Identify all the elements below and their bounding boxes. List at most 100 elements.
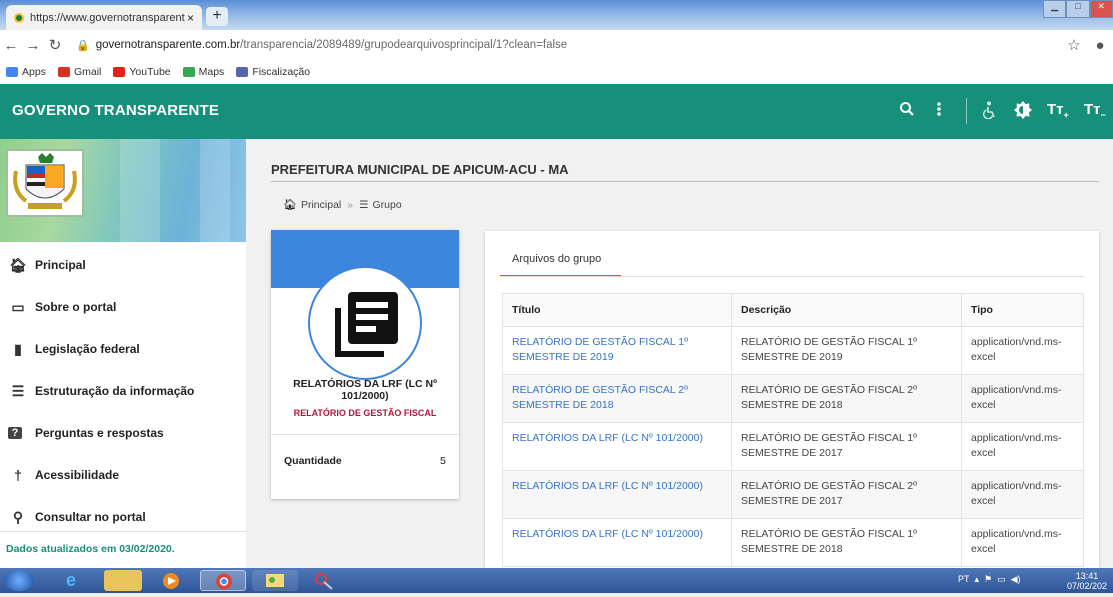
data-updated-text: Dados atualizados em 03/02/2020. [6,543,175,555]
table-header-row: Título Descrição Tipo [502,293,1084,327]
bookmark-maps[interactable]: Maps [182,66,225,78]
bookmark-label: Apps [22,66,46,78]
file-link[interactable]: RELATÓRIOS DA LRF (LC Nº 101/2000) [512,480,703,492]
cell-description: RELATÓRIO DE GESTÃO FISCAL 1º SEMESTRE D… [731,422,962,471]
cell-title: RELATÓRIO DE GESTÃO FISCAL 2º SEMESTRE D… [502,374,732,423]
language-indicator[interactable]: PT [958,574,970,584]
bookmark-star-icon[interactable]: ☆ [1061,36,1087,54]
font-increase-icon[interactable]: Tт+ [1047,101,1069,120]
cell-type: application/vnd.ms-excel [961,374,1084,423]
clock-date: 07/02/202 [1066,581,1107,591]
account-icon[interactable]: ● [1087,37,1113,54]
media-player-icon[interactable] [152,570,190,591]
chrome-taskbar-button[interactable] [200,570,246,591]
contrast-icon[interactable] [1014,101,1032,124]
sidebar-item-legisla-o-federal[interactable]: ▮ Legislação federal [0,328,246,370]
system-tray: PT ▴ ⚑ ▭ ◀) [958,574,1021,584]
sidebar-item-label: Legislação federal [35,342,140,356]
accessibility-icon[interactable] [983,101,997,124]
browser-tab-bar: https://www.governotransparent × + ▁ □ ✕ [0,0,1113,30]
sidebar-item-principal[interactable]: 🏠︎ Principal [0,244,246,286]
new-tab-button[interactable]: + [206,7,228,26]
paint-taskbar-button[interactable] [252,570,298,591]
list-icon: ☰ [11,382,25,399]
home-icon: 🏠︎ [9,256,27,273]
table-row: RELATÓRIOS DA LRF (LC Nº 101/2000) RELATÓ… [502,470,1084,519]
window-close-button[interactable]: ✕ [1089,0,1113,18]
column-header-descricao[interactable]: Descrição [731,293,962,327]
bookmark-icon [6,67,18,77]
card-subtitle: RELATÓRIO DE GESTÃO FISCAL [293,408,437,418]
column-header-tipo[interactable]: Tipo [961,293,1084,327]
url-input[interactable]: governotransparente.com.br/transparencia… [96,39,1061,51]
bookmark-apps[interactable]: Apps [6,66,46,78]
bookmark-youtube[interactable]: YouTube [113,66,171,78]
city-coat-of-arms-logo[interactable] [6,149,84,217]
address-bar: ← → ↻ 🔒 governotransparente.com.br/trans… [0,30,1113,60]
cell-type: application/vnd.ms-excel [961,518,1084,567]
url-path: /transparencia/2089489/grupodearquivospr… [240,39,568,51]
bookmark-icon [236,67,249,77]
sidebar-item-estrutura-o-da-informa-o[interactable]: ☰ Estruturação da informação [0,370,246,412]
card-title: RELATÓRIOS DA LRF (LC Nº 101/2000) [293,378,437,402]
sidebar-item-sobre-o-portal[interactable]: ▭ Sobre o portal [0,286,246,328]
bookmark-fiscalizao[interactable]: Fiscalização [236,66,310,78]
tab-arquivos-do-grupo[interactable]: Arquivos do grupo [500,253,621,277]
cell-description: RELATÓRIO DE GESTÃO FISCAL 1º SEMESTRE D… [731,326,962,375]
sidebar-item-label: Estruturação da informação [35,384,195,398]
breadcrumb-separator: » [347,198,354,211]
search-icon[interactable] [899,101,915,122]
maximize-button[interactable]: □ [1066,0,1090,18]
more-vert-icon[interactable] [936,101,942,122]
sidebar-item-perguntas-e-respostas[interactable]: ? Perguntas e respostas [0,412,246,454]
site-favicon-icon [14,12,24,23]
accessibility-icon: † [14,467,22,483]
app-title[interactable]: GOVERNO TRANSPARENTE [12,102,219,119]
forward-arrow-icon[interactable]: → [22,37,44,54]
reload-icon[interactable]: ↻ [44,36,66,54]
tab-close-icon[interactable]: × [187,11,194,25]
breadcrumb-home-link[interactable]: Principal [301,199,341,211]
system-clock[interactable]: 13:41 07/02/202 [1067,571,1107,591]
lock-icon[interactable]: 🔒 [76,39,90,52]
folder-icon: ▭ [11,298,25,315]
file-explorer-icon[interactable] [104,570,142,591]
app-header: GOVERNO TRANSPARENTE Tт+ Tт− [0,84,1113,139]
sidebar-item-label: Perguntas e respostas [35,426,164,440]
table-row: RELATÓRIO DE GESTÃO FISCAL 2º SEMESTRE D… [502,374,1084,423]
snipping-tool-icon[interactable] [304,570,342,591]
sidebar-item-acessibilidade[interactable]: † Acessibilidade [0,454,246,496]
start-button[interactable] [4,570,34,591]
file-link[interactable]: RELATÓRIOS DA LRF (LC Nº 101/2000) [512,528,703,540]
card-divider [271,434,459,435]
title-divider [271,181,1099,182]
minimize-button[interactable]: ▁ [1043,0,1067,18]
bookmark-icon [57,67,70,77]
sidebar-banner [0,139,246,242]
cell-description: RELATÓRIO DE GESTÃO FISCAL 1º SEMESTRE D… [731,518,962,567]
bookmark-gmail[interactable]: Gmail [57,66,101,78]
cell-title: RELATÓRIOS DA LRF (LC Nº 101/2000) [502,422,732,471]
sidebar-item-label: Principal [35,258,86,272]
column-header-titulo[interactable]: Título [502,293,732,327]
library-books-icon [335,292,398,357]
table-row: RELATÓRIOS DA LRF (LC Nº 101/2000) RELATÓ… [502,422,1084,471]
font-decrease-icon[interactable]: Tт− [1084,101,1106,120]
file-link[interactable]: RELATÓRIO DE GESTÃO FISCAL 1º SEMESTRE D… [512,336,688,363]
browser-tab[interactable]: https://www.governotransparent × [6,5,202,30]
bookmark-label: Fiscalização [252,66,311,78]
ie-icon[interactable]: e [52,570,90,591]
sidebar-item-label: Consultar no portal [35,510,146,524]
home-icon: 🏠︎ [283,199,297,211]
card-icon-circle [308,266,422,380]
files-panel: Arquivos do grupo Título Descrição Tipo … [485,231,1099,568]
list-icon: ☰ [359,198,369,211]
file-link[interactable]: RELATÓRIOS DA LRF (LC Nº 101/2000) [512,432,703,444]
cell-description: RELATÓRIO DE GESTÃO FISCAL 2º SEMESTRE D… [731,470,962,519]
bookmark-label: Maps [198,66,225,78]
file-link[interactable]: RELATÓRIO DE GESTÃO FISCAL 2º SEMESTRE D… [512,384,688,411]
back-arrow-icon[interactable]: ← [0,37,22,54]
cell-type: application/vnd.ms-excel [961,470,1084,519]
cell-title: RELATÓRIO DE GESTÃO FISCAL 1º SEMESTRE D… [502,326,732,375]
table-row: RELATÓRIO DE GESTÃO FISCAL 1º SEMESTRE D… [502,326,1084,375]
